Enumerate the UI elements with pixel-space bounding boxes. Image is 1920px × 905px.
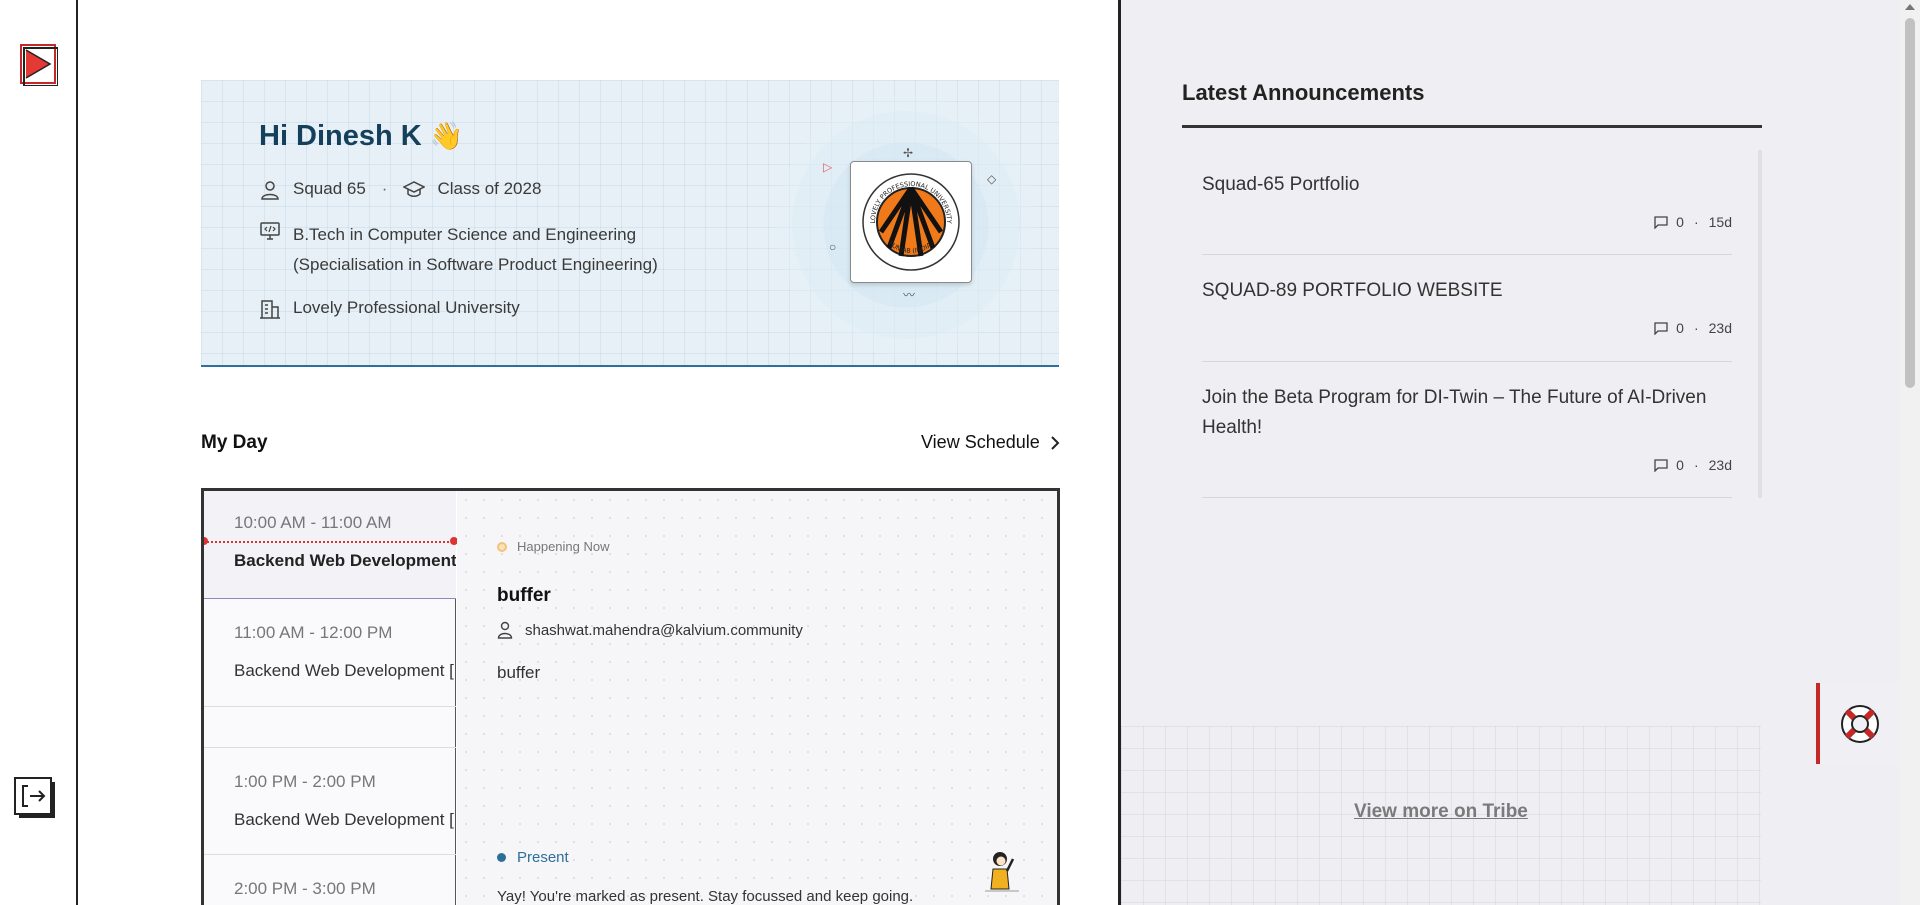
squad-label: Squad 65 [293, 179, 366, 198]
university-name: Lovely Professional University [293, 298, 520, 317]
kalvium-logo-icon[interactable] [20, 44, 59, 87]
attendance-message: Yay! You're marked as present. Stay focu… [497, 888, 914, 905]
happening-dot-icon [497, 541, 507, 552]
building-icon [260, 300, 280, 319]
attendance-status: Present [497, 849, 569, 866]
view-more-on-tribe-link[interactable]: View more on Tribe [1354, 801, 1528, 823]
announcement-title: SQUAD-89 PORTFOLIO WEBSITE [1202, 280, 1503, 301]
user-icon [261, 181, 279, 200]
logout-icon[interactable] [14, 777, 60, 823]
circle-decoration-icon: ○ [829, 240, 837, 254]
announcements-title: Latest Announcements [1182, 80, 1425, 105]
scrollbar-thumb[interactable] [1905, 18, 1915, 388]
main-content: Hi Dinesh K 👋 Squad 65 · Class of 2028 B.… [80, 0, 1120, 905]
announcement-meta: 0 · 23d [1654, 457, 1732, 473]
event-owner-email: shashwat.mahendra@kalvium.community [525, 621, 803, 639]
schedule-slot[interactable]: 1:00 PM - 2:00 PM Backend Web Developmen… [204, 748, 456, 855]
announcements-panel: Latest Announcements Squad-65 Portfolio … [1121, 0, 1900, 905]
event-detail-panel: Happening Now buffer shashwat.mahendra@k… [457, 491, 1057, 905]
program-line-2: (Specialisation in Software Product Engi… [293, 255, 658, 274]
comment-icon [1654, 321, 1668, 335]
slot-name: Backend Web Development [ [234, 551, 456, 570]
meta-separator: · [1693, 214, 1699, 230]
university-logo-card: LOVELY PROFESSIONAL UNIVERSITY PUNJAB (I… [850, 161, 972, 283]
scroll-up-arrow-icon[interactable] [1905, 4, 1915, 10]
comment-count: 0 [1676, 214, 1684, 230]
schedule-slot[interactable]: 10:00 AM - 11:00 AM Backend Web Developm… [204, 491, 456, 599]
schedule-slot[interactable]: 2:00 PM - 3:00 PM [204, 855, 456, 905]
greeting-title: Hi Dinesh K 👋 [259, 120, 463, 153]
welcome-banner: Hi Dinesh K 👋 Squad 65 · Class of 2028 B.… [201, 80, 1059, 367]
meta-separator: · [1693, 320, 1699, 336]
triangle-decoration-icon: ▷ [823, 160, 833, 174]
current-time-line [204, 541, 456, 543]
slot-time: 10:00 AM - 11:00 AM [234, 513, 392, 532]
schedule-slot-list: 10:00 AM - 11:00 AM Backend Web Developm… [204, 491, 458, 905]
university-row: Lovely Professional University [259, 298, 520, 320]
squiggle-decoration-icon: 〰 [903, 288, 916, 302]
squad-row: Squad 65 · Class of 2028 [259, 179, 541, 201]
comment-count: 0 [1676, 457, 1684, 473]
comment-icon [1654, 215, 1668, 229]
diamond-decoration-icon: ◇ [987, 172, 997, 186]
announcement-age: 23d [1708, 320, 1732, 336]
announcement-title: Join the Beta Program for DI-Twin – The … [1202, 387, 1707, 438]
event-description: buffer [497, 663, 541, 682]
event-title: buffer [497, 585, 551, 606]
slot-name: Backend Web Development [ [234, 810, 454, 829]
announcement-title: Squad-65 Portfolio [1202, 174, 1360, 195]
present-dot-icon [497, 853, 506, 862]
announcement-meta: 0 · 23d [1654, 320, 1732, 336]
help-button[interactable] [1816, 683, 1900, 764]
attendance-label: Present [517, 849, 569, 866]
announcement-item[interactable]: Join the Beta Program for DI-Twin – The … [1202, 363, 1732, 498]
separator: · [381, 179, 388, 198]
wave-emoji: 👋 [429, 121, 464, 151]
sparkle-decoration-icon: ✢ [903, 146, 914, 160]
chevron-right-icon [1051, 435, 1060, 450]
announcement-meta: 0 · 15d [1654, 214, 1732, 230]
happening-now-label: Happening Now [517, 539, 610, 554]
schedule-gap [204, 707, 456, 748]
slot-name: Backend Web Development [ [234, 661, 454, 680]
lifebuoy-icon [1841, 704, 1879, 743]
comment-icon [1654, 458, 1668, 472]
monitor-code-icon [260, 222, 280, 240]
my-day-title: My Day [201, 432, 268, 453]
announcements-list: Squad-65 Portfolio 0 · 15d SQUAD-89 PORT… [1182, 150, 1762, 498]
comment-count: 0 [1676, 320, 1684, 336]
slot-time: 11:00 AM - 12:00 PM [234, 623, 393, 642]
left-rail [0, 0, 78, 905]
announcement-item[interactable]: Squad-65 Portfolio 0 · 15d [1202, 150, 1732, 255]
waving-person-illustration-icon [985, 852, 1019, 892]
announcement-age: 15d [1708, 214, 1732, 230]
page-scrollbar[interactable] [1900, 0, 1920, 905]
happening-now-status: Happening Now [497, 539, 610, 554]
event-owner: shashwat.mahendra@kalvium.community [497, 621, 803, 639]
announcement-item[interactable]: SQUAD-89 PORTFOLIO WEBSITE 0 · 23d [1202, 256, 1732, 362]
view-schedule-link[interactable]: View Schedule [921, 432, 1060, 453]
announcement-age: 23d [1708, 457, 1732, 473]
meta-separator: · [1693, 457, 1699, 473]
program-line-1: B.Tech in Computer Science and Engineeri… [293, 225, 637, 244]
class-of-label: Class of 2028 [437, 179, 542, 198]
slot-time: 1:00 PM - 2:00 PM [234, 772, 376, 791]
university-logo-icon: LOVELY PROFESSIONAL UNIVERSITY PUNJAB (I… [862, 173, 960, 271]
view-schedule-label: View Schedule [921, 432, 1040, 452]
program-row: B.Tech in Computer Science and Engineeri… [259, 220, 658, 280]
schedule-panel: 10:00 AM - 11:00 AM Backend Web Developm… [201, 488, 1060, 905]
announcements-underline [1182, 125, 1762, 128]
greeting-text: Hi Dinesh K [259, 120, 422, 152]
slot-time: 2:00 PM - 3:00 PM [234, 879, 376, 898]
user-icon [497, 621, 513, 639]
schedule-slot[interactable]: 11:00 AM - 12:00 PM Backend Web Developm… [204, 599, 456, 707]
graduation-cap-icon [403, 181, 426, 197]
